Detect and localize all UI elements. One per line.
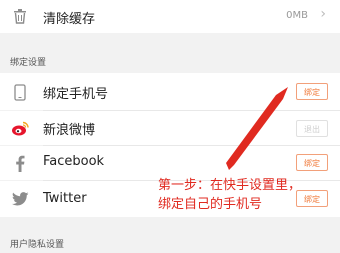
trash-icon xyxy=(10,6,30,26)
annotation-text: 第一步：在快手设置里， 绑定自己的手机号 xyxy=(158,176,333,214)
cache-size: 0MB xyxy=(286,10,308,21)
bind-facebook-button[interactable]: 绑定 xyxy=(296,154,328,171)
weibo-icon xyxy=(10,118,30,138)
binding-section-title: 绑定设置 xyxy=(10,58,47,68)
privacy-section-title: 用户隐私设置 xyxy=(10,240,65,250)
privacy-section-header: 用户隐私设置 xyxy=(0,217,340,253)
facebook-row: Facebook 绑定 xyxy=(0,146,340,180)
twitter-icon xyxy=(10,189,30,209)
weibo-logout-button[interactable]: 退出 xyxy=(296,120,328,137)
phone-icon xyxy=(10,82,30,102)
weibo-label: 新浪微博 xyxy=(43,123,96,138)
annotation-line-2: 绑定自己的手机号 xyxy=(158,197,263,212)
twitter-label: Twitter xyxy=(43,191,87,206)
facebook-label: Facebook xyxy=(43,154,105,169)
chevron-right-icon: › xyxy=(320,6,326,22)
bind-phone-row: 绑定手机号 绑定 xyxy=(0,73,340,110)
binding-section-header: 绑定设置 xyxy=(0,33,340,73)
facebook-icon xyxy=(10,153,30,173)
weibo-row: 新浪微博 退出 xyxy=(0,111,340,145)
clear-cache-label: 清除缓存 xyxy=(43,12,96,27)
bind-phone-label: 绑定手机号 xyxy=(43,87,109,102)
clear-cache-row[interactable]: 清除缓存 0MB › xyxy=(0,0,340,33)
bind-phone-button[interactable]: 绑定 xyxy=(296,83,328,100)
annotation-line-1: 第一步：在快手设置里， xyxy=(158,178,302,193)
